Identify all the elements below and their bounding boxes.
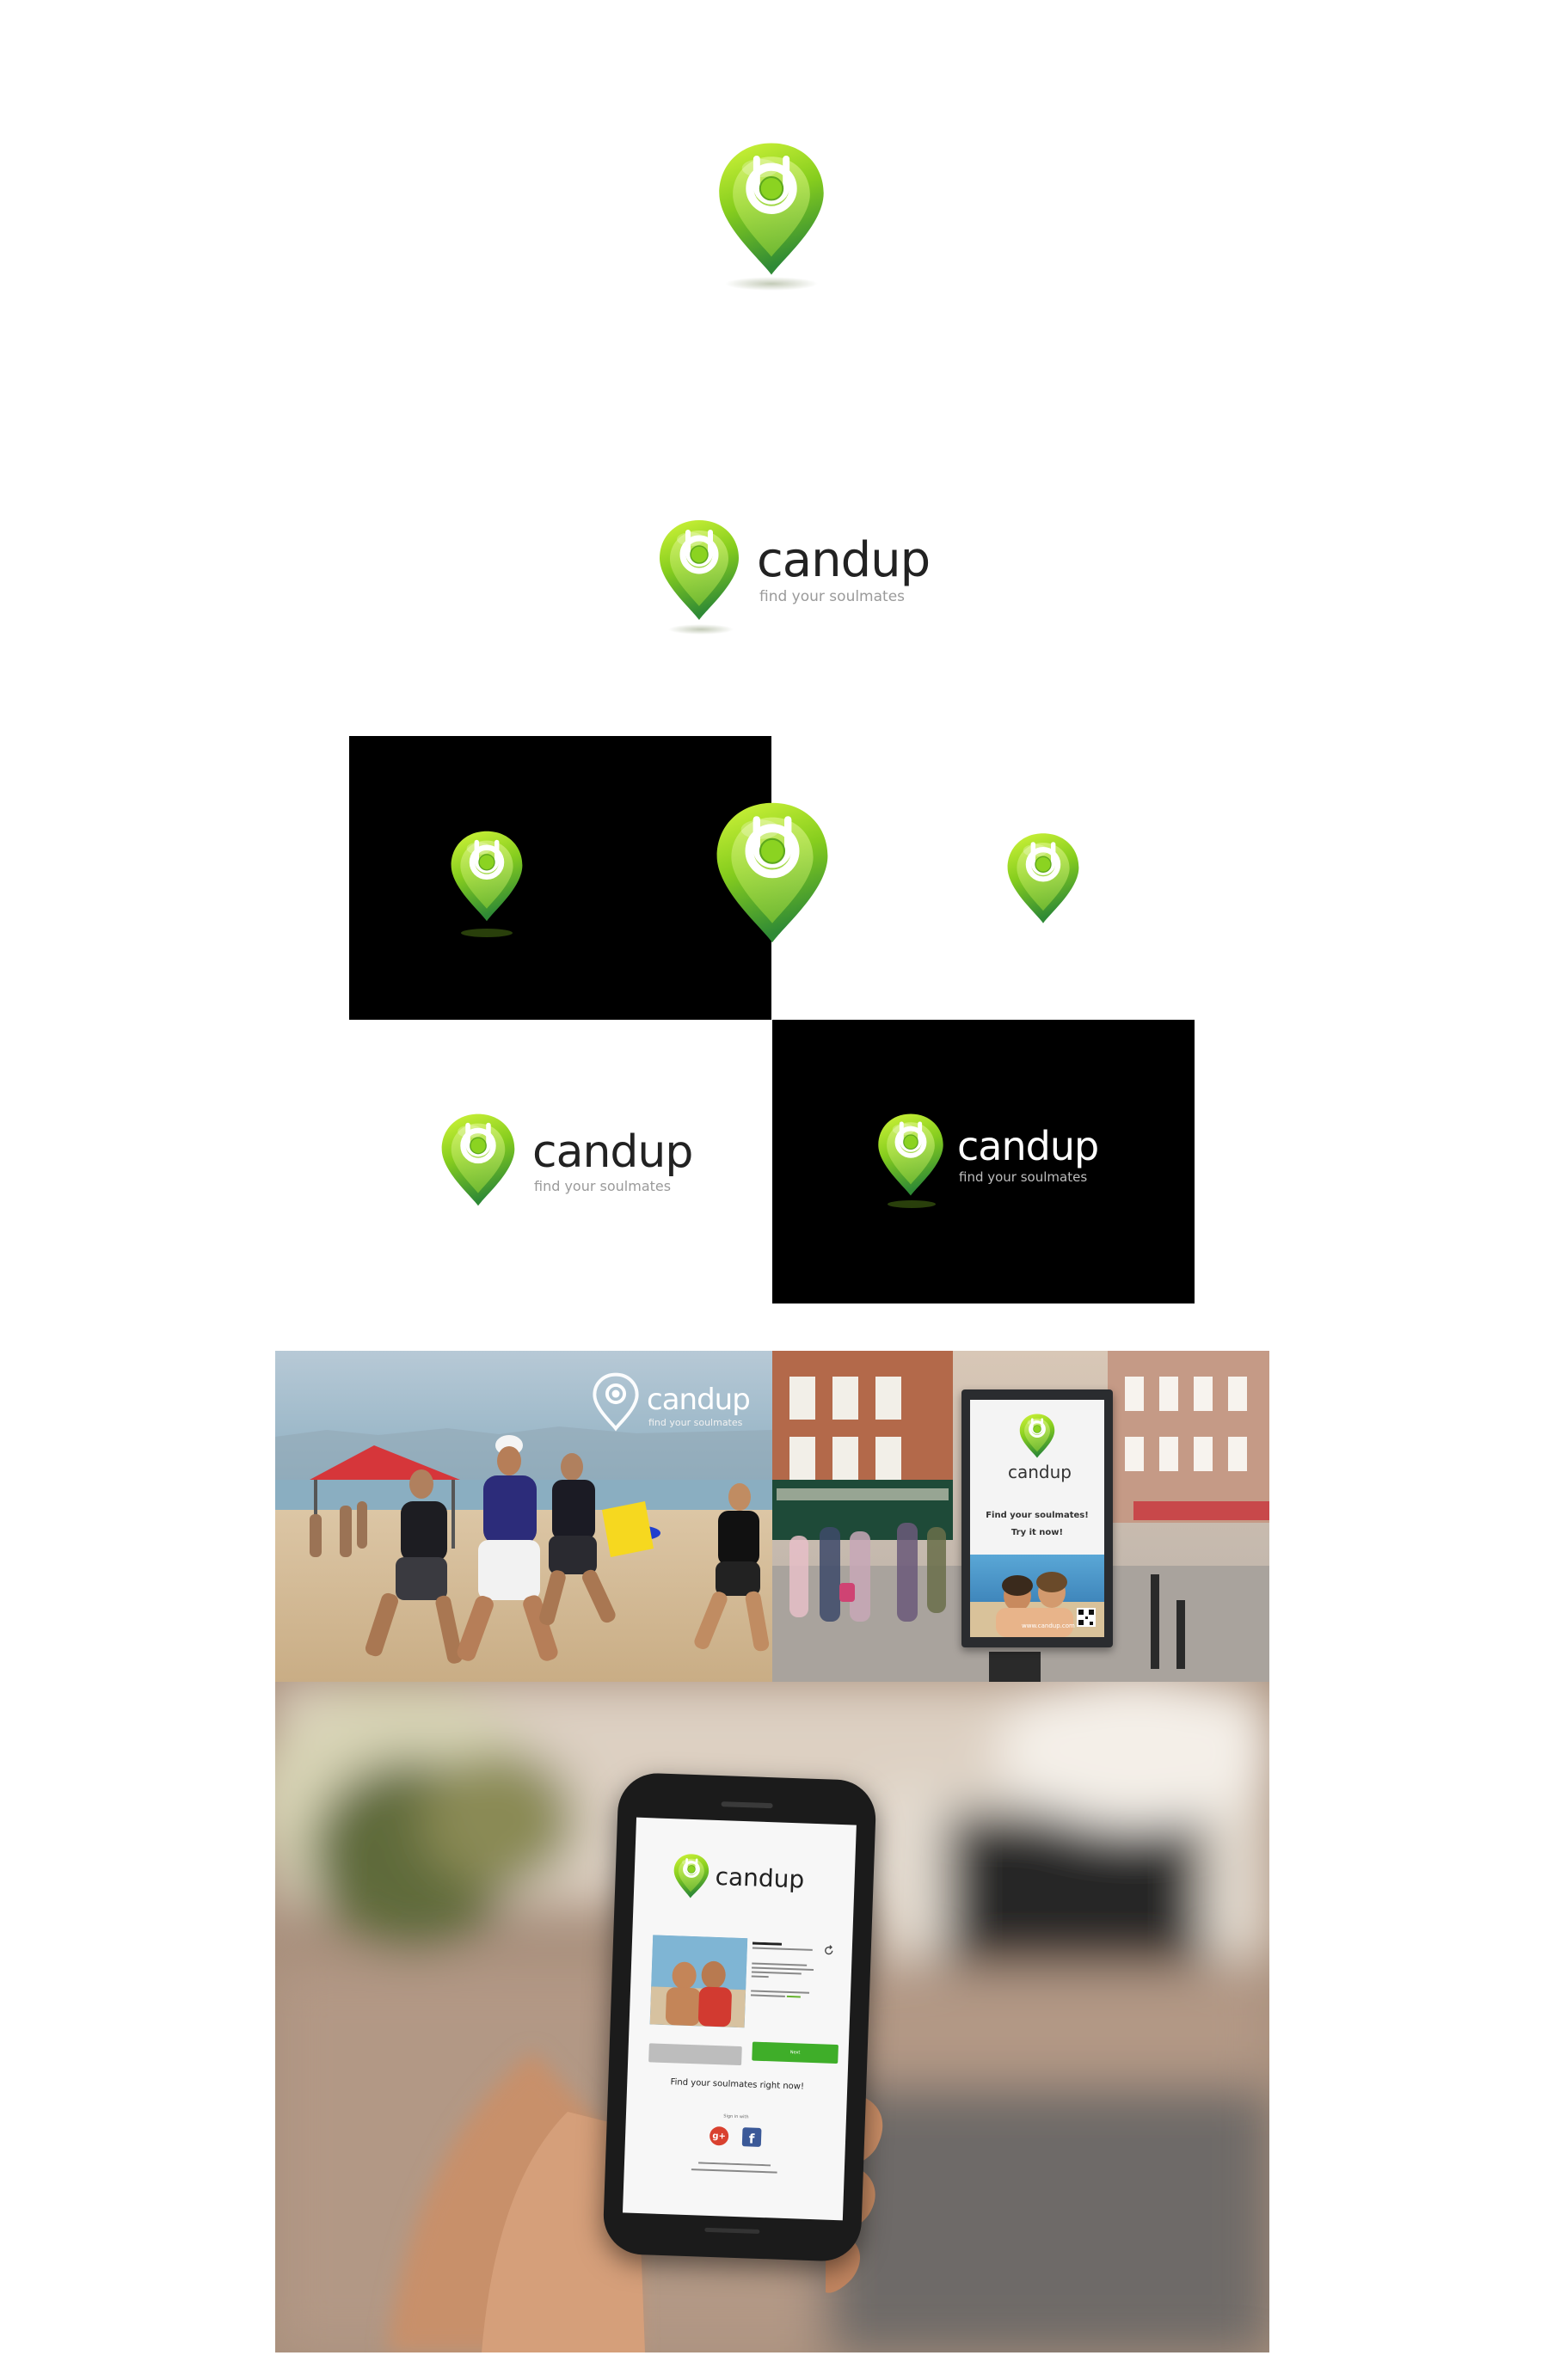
refresh-icon[interactable] bbox=[823, 1944, 835, 1956]
street-photo: candup Find your soulmates! Try it now! bbox=[772, 1351, 1269, 1682]
skip-button[interactable] bbox=[648, 2043, 742, 2066]
logo-on-white: candup find your soulmates bbox=[439, 1109, 714, 1221]
pin-icon bbox=[671, 1851, 711, 1901]
phone-photo: candup Next Find your soulmates right no… bbox=[275, 1682, 1269, 2352]
brand-tagline: find your soulmates bbox=[534, 1178, 672, 1194]
google-plus-label: g+ bbox=[712, 2131, 727, 2142]
billboard-screen: candup Find your soulmates! Try it now! bbox=[970, 1400, 1104, 1637]
pin-icon-white bbox=[592, 1371, 640, 1432]
billboard-wordmark: candup bbox=[1008, 1462, 1072, 1482]
phone-slogan: Find your soulmates right now! bbox=[670, 2077, 805, 2092]
brand-wordmark: candup bbox=[647, 1383, 751, 1417]
pin-icon bbox=[1018, 1412, 1056, 1460]
brand-wordmark: candup bbox=[532, 1126, 693, 1178]
pin-shadow bbox=[888, 1200, 936, 1208]
brand-wordmark: candup bbox=[757, 532, 931, 588]
phone-device: candup Next Find your soulmates right no… bbox=[602, 1771, 877, 2263]
beach-photo: candup find your soulmates bbox=[275, 1351, 772, 1682]
pin-icon bbox=[875, 1109, 946, 1200]
next-button[interactable]: Next bbox=[752, 2041, 838, 2064]
pin-icon-on-black bbox=[448, 829, 525, 923]
logo-shadow bbox=[725, 277, 818, 291]
brand-tagline: find your soulmates bbox=[648, 1417, 743, 1428]
pin-icon bbox=[439, 1109, 518, 1211]
logo-icon-large bbox=[715, 140, 828, 278]
footer-text-lines bbox=[691, 2162, 777, 2178]
google-plus-icon[interactable]: g+ bbox=[709, 2125, 729, 2146]
sign-in-label: Sign in with bbox=[723, 2113, 749, 2120]
logo-on-black: candup find your soulmates bbox=[875, 1109, 1151, 1221]
billboard-url: www.candup.com bbox=[1022, 1622, 1075, 1629]
brand-tagline: find your soulmates bbox=[759, 588, 906, 605]
pin-icon bbox=[656, 518, 742, 623]
pin-icon-split bbox=[712, 795, 832, 950]
beach-logo-overlay: candup find your soulmates bbox=[592, 1371, 764, 1440]
profile-photo[interactable] bbox=[649, 1935, 748, 2028]
profile-text-lines bbox=[750, 1941, 820, 2026]
pin-icon-on-white bbox=[1004, 829, 1082, 928]
phone-speaker bbox=[721, 1801, 773, 1809]
brand-wordmark: candup bbox=[957, 1123, 1099, 1169]
billboard-cta: Try it now! bbox=[1010, 1528, 1064, 1537]
brand-tagline: find your soulmates bbox=[959, 1169, 1088, 1185]
billboard-headline: Find your soulmates! bbox=[986, 1511, 1089, 1520]
logo-primary: candup find your soulmates bbox=[656, 518, 931, 647]
facebook-icon[interactable]: f bbox=[741, 2127, 762, 2147]
phone-home-bar bbox=[704, 2227, 760, 2234]
phone-wordmark: candup bbox=[715, 1862, 805, 1894]
billboard: candup Find your soulmates! Try it now! bbox=[961, 1389, 1113, 1647]
pin-shadow bbox=[668, 624, 734, 635]
pin-shadow-on-black bbox=[461, 929, 513, 937]
black-panel-top-left bbox=[349, 736, 771, 1020]
phone-screen: candup Next Find your soulmates right no… bbox=[622, 1817, 857, 2221]
facebook-label: f bbox=[748, 2131, 755, 2147]
